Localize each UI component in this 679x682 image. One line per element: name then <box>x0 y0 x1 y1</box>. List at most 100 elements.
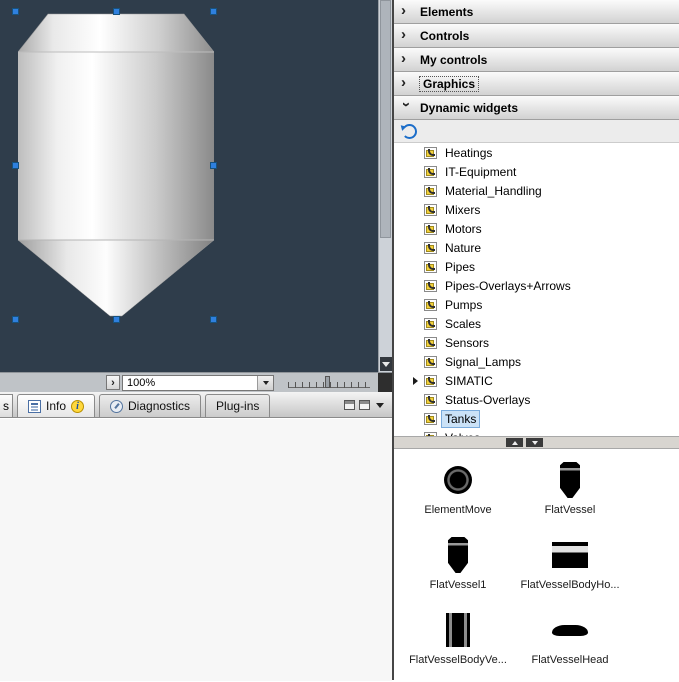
widget-item[interactable]: FlatVessel1 <box>402 532 514 607</box>
palette-section-header[interactable]: › My controls <box>394 48 679 72</box>
slider-handle[interactable] <box>325 376 330 388</box>
inspector-content-area <box>0 418 392 681</box>
tab-diagnostics[interactable]: Diagnostics <box>99 394 201 417</box>
widget-label: FlatVessel1 <box>430 579 487 591</box>
widget-folder-row[interactable]: IT-Equipment <box>394 162 679 181</box>
expand-arrow-icon[interactable] <box>413 377 418 385</box>
widget-folder-label: Pumps <box>442 297 485 313</box>
dock-window-icon[interactable] <box>344 400 355 410</box>
selection-handle[interactable] <box>12 316 19 323</box>
tab-properties-clipped[interactable]: s <box>0 394 13 417</box>
splitter-down-button[interactable] <box>526 438 543 447</box>
selection-handle[interactable] <box>210 8 217 15</box>
canvas-vertical-scrollbar[interactable] <box>378 0 392 372</box>
selection-handle[interactable] <box>210 316 217 323</box>
widget-library-icon <box>424 147 437 159</box>
selection-handle[interactable] <box>113 316 120 323</box>
widget-item[interactable]: FlatVesselHead <box>514 607 626 682</box>
info-circle-icon: i <box>71 400 84 413</box>
widget-folder-row[interactable]: Material_Handling <box>394 181 679 200</box>
diagnostics-icon <box>110 400 123 413</box>
body-v-widget-icon <box>446 613 470 647</box>
widget-folder-label: Nature <box>442 240 484 256</box>
arrow-down-icon <box>382 362 390 367</box>
selection-handle[interactable] <box>12 8 19 15</box>
scroll-down-button[interactable] <box>380 357 392 371</box>
widget-library-icon <box>424 356 437 368</box>
tab-plugins[interactable]: Plug-ins <box>205 394 270 417</box>
widget-preview-grid: ElementMove FlatVessel FlatVessel1 FlatV… <box>394 449 679 682</box>
widget-folder-row[interactable]: Nature <box>394 238 679 257</box>
palette-toolbar <box>394 120 679 143</box>
selection-handle[interactable] <box>210 162 217 169</box>
chevron-icon: › <box>401 102 411 112</box>
widget-library-icon <box>424 432 437 437</box>
widget-folder-label: Sensors <box>442 335 492 351</box>
widget-folder-row[interactable]: Pipes-Overlays+Arrows <box>394 276 679 295</box>
selection-handle[interactable] <box>113 8 120 15</box>
palette-section-label: Graphics <box>420 77 478 91</box>
widget-library-icon <box>424 299 437 311</box>
drawing-canvas[interactable] <box>0 0 378 372</box>
widget-library-icon <box>424 261 437 273</box>
arrow-up-icon <box>512 441 518 445</box>
tab-plugins-label: Plug-ins <box>216 399 259 413</box>
widget-label: ElementMove <box>424 504 491 516</box>
widget-folder-row[interactable]: SIMATIC <box>394 371 679 390</box>
widget-folder-row[interactable]: Sensors <box>394 333 679 352</box>
tab-info-label: Info <box>46 399 66 413</box>
vessel-graphic[interactable] <box>18 12 214 318</box>
zoom-toolbar: › 100% <box>0 372 392 392</box>
maximize-window-icon[interactable] <box>359 400 370 410</box>
widget-library-icon <box>424 204 437 216</box>
widget-item[interactable]: FlatVesselBodyVe... <box>402 607 514 682</box>
widget-folder-row[interactable]: Pumps <box>394 295 679 314</box>
widget-item[interactable]: FlatVessel <box>514 457 626 532</box>
selection-handle[interactable] <box>12 162 19 169</box>
palette-sections: › Elements › Controls › My controls › Gr… <box>394 0 679 120</box>
widget-preview-iconbox <box>552 534 588 576</box>
palette-section-header[interactable]: › Controls <box>394 24 679 48</box>
widget-item[interactable]: ElementMove <box>402 457 514 532</box>
head-widget-icon <box>552 625 588 636</box>
chevron-icon: › <box>401 6 411 16</box>
expand-zoom-button[interactable]: › <box>106 375 120 390</box>
palette-section-header[interactable]: › Graphics <box>394 72 679 96</box>
splitter-up-button[interactable] <box>506 438 523 447</box>
refresh-icon[interactable] <box>402 124 417 139</box>
palette-section-header[interactable]: › Elements <box>394 0 679 24</box>
widget-folder-row[interactable]: Scales <box>394 314 679 333</box>
arrow-down-icon <box>532 441 538 445</box>
widget-folder-row[interactable]: Heatings <box>394 143 679 162</box>
widget-preview-iconbox <box>444 459 472 501</box>
widget-folder-row[interactable]: Status-Overlays <box>394 390 679 409</box>
zoom-combobox[interactable]: 100% <box>122 375 274 391</box>
scrollbar-thumb[interactable] <box>380 0 391 238</box>
zoom-dropdown-button[interactable] <box>257 376 273 390</box>
widget-folder-row[interactable]: Mixers <box>394 200 679 219</box>
widget-library-icon <box>424 337 437 349</box>
tab-diagnostics-label: Diagnostics <box>128 399 190 413</box>
zoom-slider[interactable] <box>288 376 370 390</box>
widget-label: FlatVesselBodyHo... <box>520 579 619 591</box>
widget-preview-iconbox <box>560 459 580 501</box>
widget-label: FlatVesselHead <box>531 654 608 666</box>
palette-section-header[interactable]: › Dynamic widgets <box>394 96 679 120</box>
widget-folder-row[interactable]: Motors <box>394 219 679 238</box>
scrollbar-corner <box>378 373 392 393</box>
widget-folder-row[interactable]: Pipes <box>394 257 679 276</box>
body-h-widget-icon <box>552 542 588 568</box>
zoom-value[interactable]: 100% <box>123 376 257 390</box>
tab-info[interactable]: Info i <box>17 394 95 417</box>
window-menu-dropdown-icon[interactable] <box>376 403 384 408</box>
vessel-widget-icon <box>448 537 468 573</box>
widget-folder-label: Tanks <box>442 411 479 427</box>
palette-section-label: Elements <box>420 5 473 19</box>
widget-folder-list: Heatings IT-Equipment Material_Handling … <box>394 143 679 436</box>
palette-splitter[interactable] <box>394 436 679 449</box>
widget-library-icon <box>424 375 437 387</box>
widget-folder-row[interactable]: Tanks <box>394 409 679 428</box>
widget-item[interactable]: FlatVesselBodyHo... <box>514 532 626 607</box>
widget-folder-row[interactable]: Valves <box>394 428 679 436</box>
widget-folder-row[interactable]: Signal_Lamps <box>394 352 679 371</box>
